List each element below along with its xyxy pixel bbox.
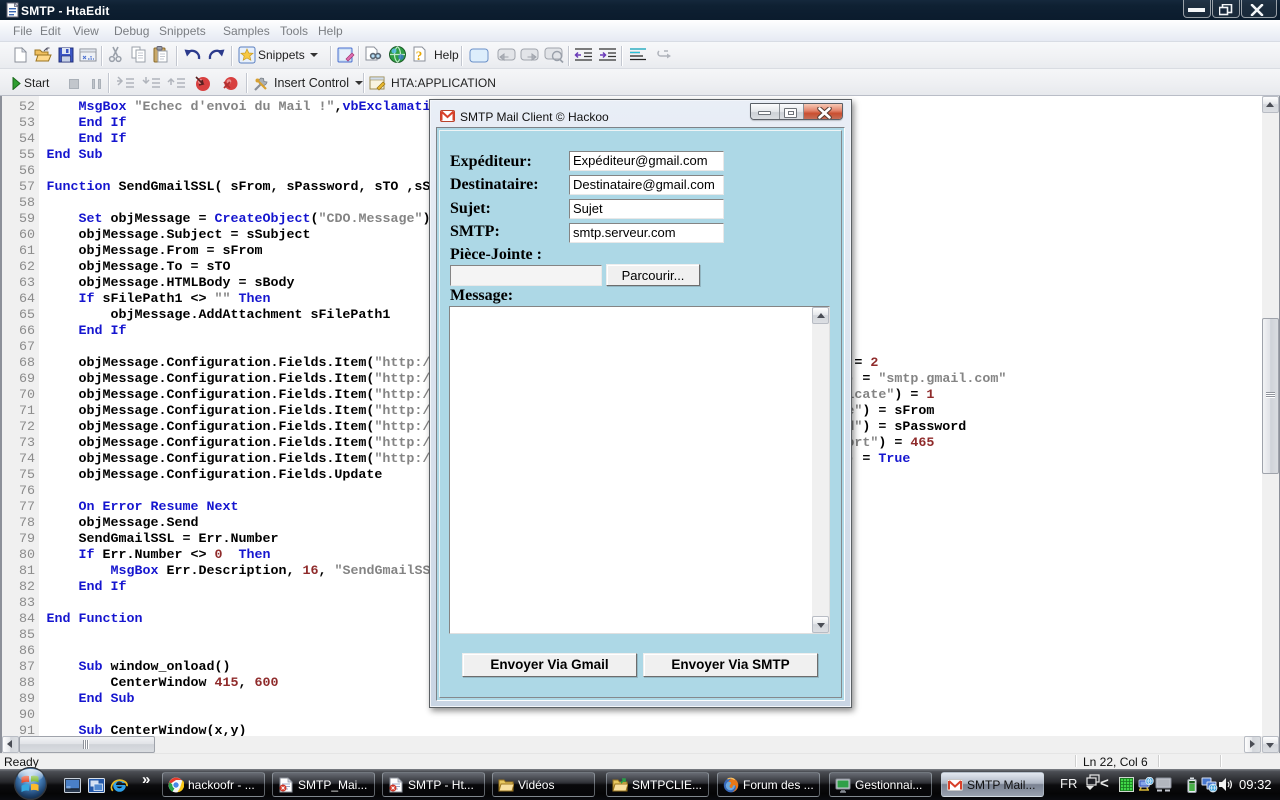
svg-text:?: ? (416, 48, 423, 63)
